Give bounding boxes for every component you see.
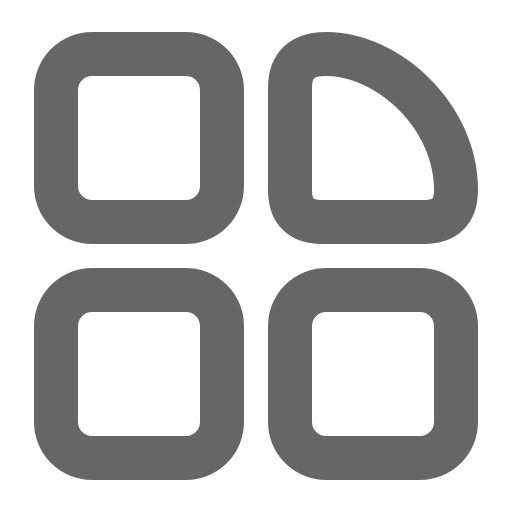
app-grid-icon (0, 0, 512, 512)
tile-bottom-right (268, 268, 478, 480)
app-grid-icon-svg (34, 32, 478, 480)
tile-top-right (268, 32, 478, 244)
tile-top-left (34, 32, 244, 244)
tile-bottom-left (34, 268, 244, 480)
